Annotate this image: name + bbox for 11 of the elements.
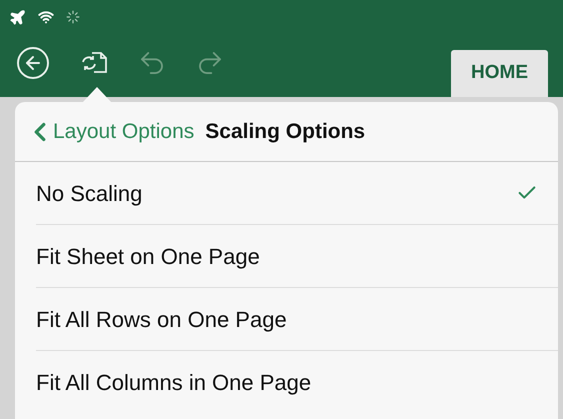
back-button[interactable] xyxy=(15,44,51,80)
wifi-icon xyxy=(38,9,54,25)
popover-title: Scaling Options xyxy=(205,118,366,145)
scaling-option[interactable]: Fit All Columns in One Page xyxy=(36,351,558,414)
activity-spinner-icon xyxy=(66,10,80,24)
scaling-option[interactable]: Fit Sheet on One Page xyxy=(36,225,558,288)
scaling-option[interactable]: No Scaling xyxy=(36,162,558,225)
scaling-option[interactable]: Fit All Rows on One Page xyxy=(36,288,558,351)
layout-options-back-link[interactable]: Layout Options xyxy=(25,116,194,148)
airplane-icon xyxy=(9,8,26,26)
ribbon-tab[interactable]: HOME xyxy=(451,50,548,97)
